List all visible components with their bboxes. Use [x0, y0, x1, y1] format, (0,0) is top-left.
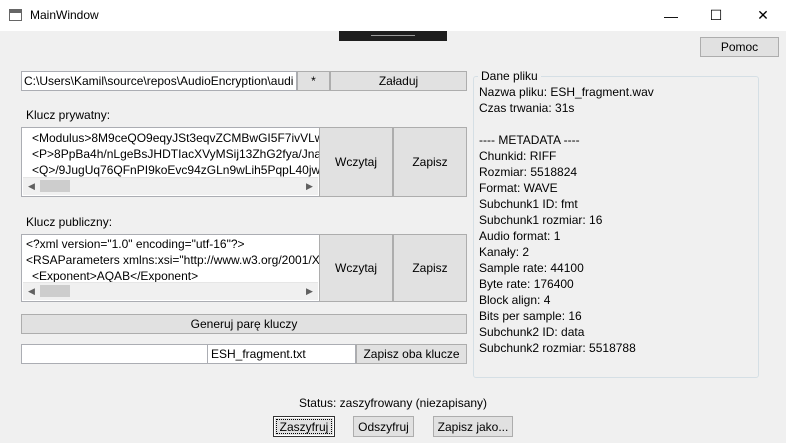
key-filename-input[interactable]: ESH_fragment.txt [207, 344, 356, 364]
file-info-line: Bits per sample: 16 [479, 309, 582, 323]
public-key-load-button[interactable]: Wczytaj [319, 234, 393, 302]
generate-keys-button[interactable]: Generuj parę kluczy [21, 314, 467, 334]
scroll-left-icon[interactable]: ◀ [23, 283, 40, 300]
private-key-save-button[interactable]: Zapisz [393, 127, 467, 197]
public-key-hscrollbar[interactable]: ◀ ▶ [23, 282, 318, 300]
window-title: MainWindow [30, 8, 99, 22]
public-key-save-button[interactable]: Zapisz [393, 234, 467, 302]
file-info-line: Block align: 4 [479, 293, 551, 307]
browse-button[interactable]: * [297, 71, 330, 91]
file-info-line: Rozmiar: 5518824 [479, 165, 578, 179]
file-path-input[interactable]: C:\Users\Kamil\source\repos\AudioEncrypt… [21, 71, 297, 91]
private-key-textarea[interactable]: <Modulus>8M9ceQO9eqyJSt3eqvZCMBwGI5F7ivV… [21, 127, 320, 197]
file-info-line: Format: WAVE [479, 181, 558, 195]
public-key-line: <Exponent>AQAB</Exponent> [32, 269, 199, 283]
file-info-line: Sample rate: 44100 [479, 261, 584, 275]
scroll-right-icon[interactable]: ▶ [301, 283, 318, 300]
public-key-line: <?xml version="1.0" encoding="utf-16"?> [26, 237, 245, 251]
key-prefix-input[interactable] [21, 344, 208, 364]
private-key-line: <P>8PpBa4h/nLgeBsJHDTIacXVyMSij13ZhG2fya… [32, 147, 320, 161]
private-key-label: Klucz prywatny: [26, 108, 111, 122]
help-button[interactable]: Pomoc [700, 37, 779, 57]
file-info-line: Subchunk2 ID: data [479, 325, 585, 339]
scroll-thumb[interactable] [40, 180, 70, 192]
scroll-right-icon[interactable]: ▶ [301, 178, 318, 195]
file-info-line: Kanały: 2 [479, 245, 530, 259]
status-text: Status: zaszyfrowany (niezapisany) [298, 396, 488, 410]
file-info-title: Dane pliku [478, 69, 541, 83]
file-info-line: Byte rate: 176400 [479, 277, 574, 291]
drag-handle[interactable] [339, 31, 447, 41]
load-file-button[interactable]: Załaduj [330, 71, 467, 91]
scroll-left-icon[interactable]: ◀ [23, 178, 40, 195]
save-as-button[interactable]: Zapisz jako... [433, 416, 513, 437]
public-key-line: <RSAParameters xmlns:xsi="http://www.w3.… [26, 253, 320, 267]
scroll-thumb[interactable] [40, 285, 70, 297]
file-info-line: Audio format: 1 [479, 229, 561, 243]
app-icon [9, 9, 22, 21]
maximize-icon[interactable]: ☐ [693, 0, 739, 31]
minimize-icon[interactable]: — [648, 0, 694, 31]
public-key-textarea[interactable]: <?xml version="1.0" encoding="utf-16"?> … [21, 234, 320, 302]
decrypt-button[interactable]: Odszyfruj [353, 416, 414, 437]
file-info-line: Nazwa pliku: ESH_fragment.wav [479, 85, 654, 99]
file-info-line: Chunkid: RIFF [479, 149, 557, 163]
file-info-line: Czas trwania: 31s [479, 101, 575, 115]
drag-handle-line [371, 35, 415, 36]
private-key-load-button[interactable]: Wczytaj [319, 127, 393, 197]
file-info-line: Subchunk2 rozmiar: 5518788 [479, 341, 636, 355]
public-key-label: Klucz publiczny: [26, 215, 113, 229]
file-info-line: Subchunk1 ID: fmt [479, 197, 578, 211]
private-key-line: <Modulus>8M9ceQO9eqyJSt3eqvZCMBwGI5F7ivV… [32, 131, 320, 145]
encrypt-button[interactable]: Zaszyfruj [273, 416, 335, 437]
private-key-hscrollbar[interactable]: ◀ ▶ [23, 177, 318, 195]
file-info-line: Subchunk1 rozmiar: 16 [479, 213, 603, 227]
close-icon[interactable]: ✕ [740, 0, 786, 31]
file-info-group: Dane pliku Nazwa pliku: ESH_fragment.wav… [473, 69, 759, 378]
private-key-line: <Q>/9JugUq76QFnPI9koEvc94zGLn9wLih5PqpL4… [32, 163, 320, 177]
save-both-keys-button[interactable]: Zapisz oba klucze [356, 344, 467, 364]
file-info-line: ---- METADATA ---- [479, 133, 580, 147]
